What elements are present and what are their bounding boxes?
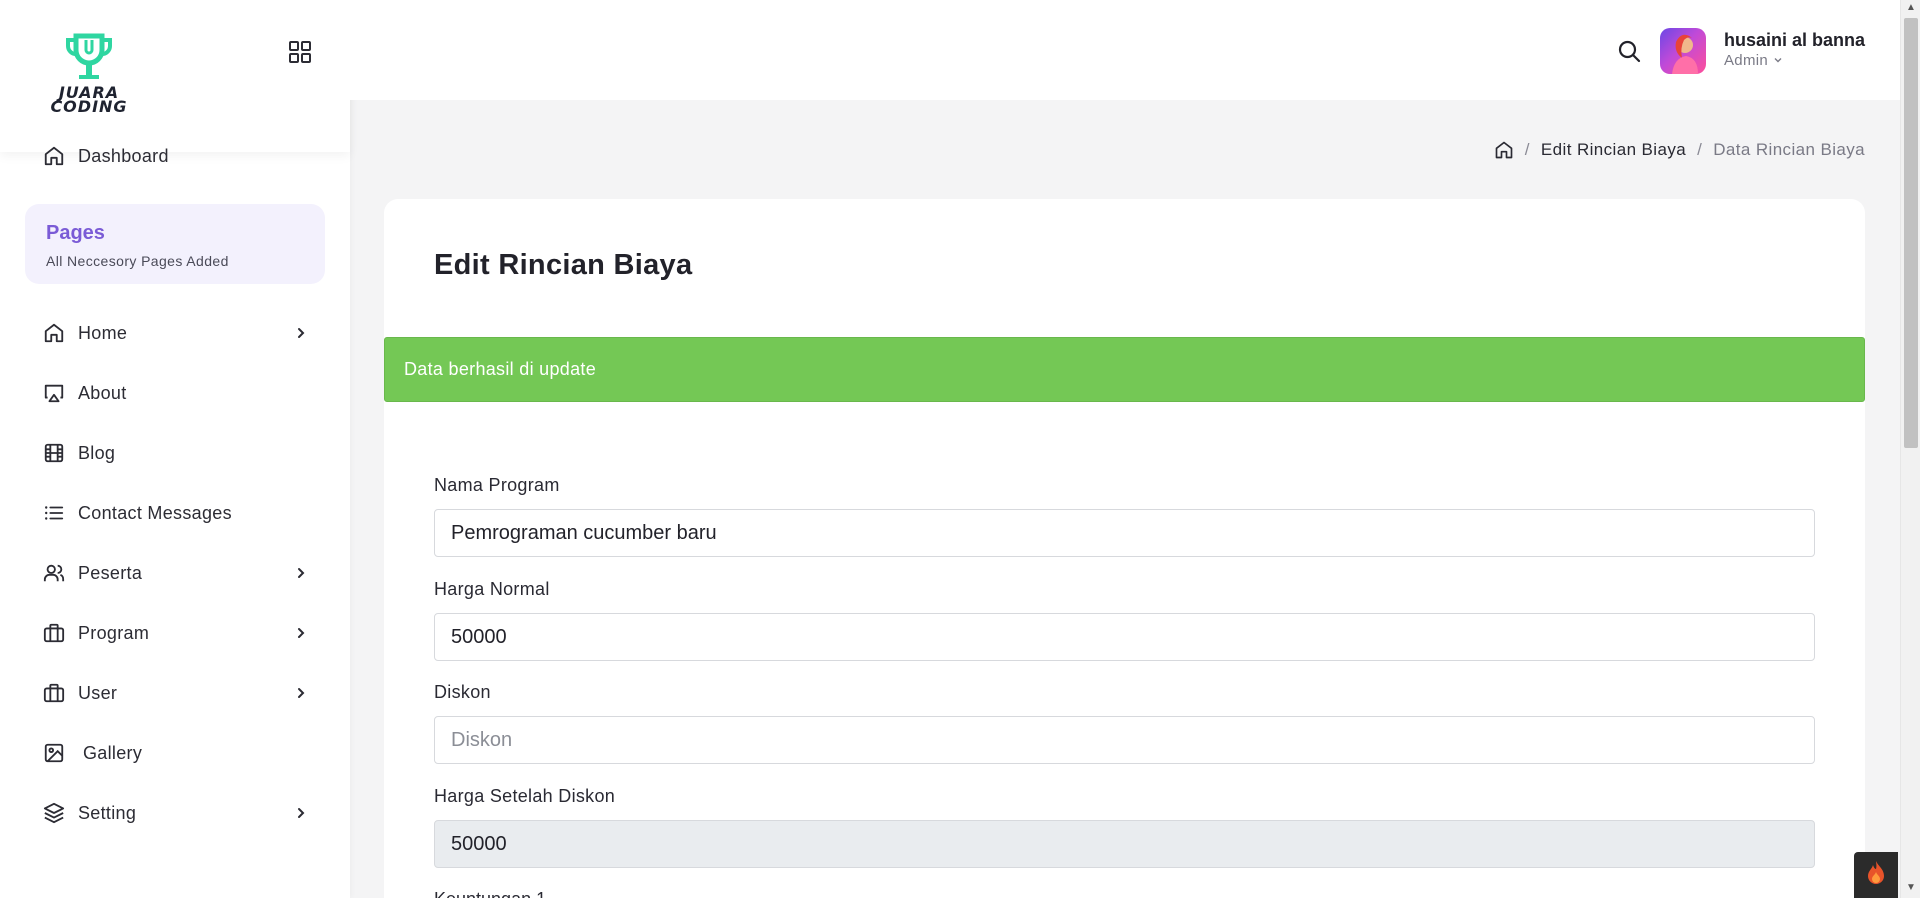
sidebar-item-setting[interactable]: Setting <box>0 788 350 838</box>
sidebar-item-gallery[interactable]: Gallery <box>0 728 350 778</box>
sidebar: JUARA CODING Dashboard Pages All Necceso… <box>0 0 350 898</box>
breadcrumb-current: Data Rincian Biaya <box>1713 140 1865 159</box>
user-name[interactable]: husaini al banna <box>1724 30 1865 51</box>
search-icon[interactable] <box>1617 39 1641 63</box>
airplay-icon <box>42 381 66 405</box>
briefcase-icon <box>42 621 66 645</box>
scroll-up-arrow-icon[interactable]: ▲ <box>1901 0 1920 16</box>
sidebar-item-label: Peserta <box>78 562 143 583</box>
sidebar-item-label: Setting <box>78 802 137 823</box>
sidebar-item-home[interactable]: Home <box>0 308 350 358</box>
harga-setelah-diskon-label: Harga Setelah Diskon <box>434 786 616 806</box>
sidebar-header: JUARA CODING <box>0 0 350 152</box>
harga-setelah-diskon-input <box>434 820 1815 868</box>
brand-logo[interactable]: JUARA CODING <box>42 30 136 122</box>
alert-message: Data berhasil di update <box>404 359 597 379</box>
sidebar-item-label: About <box>78 382 127 403</box>
chevron-down-icon <box>1773 52 1783 69</box>
sidebar-item-label: Home <box>78 322 128 343</box>
page-scrollbar[interactable]: ▲ ▼ <box>1900 0 1920 898</box>
breadcrumb-link-edit[interactable]: Edit Rincian Biaya <box>1541 140 1686 160</box>
home-icon[interactable] <box>1494 140 1514 160</box>
briefcase-icon <box>42 681 66 705</box>
list-icon <box>42 501 66 525</box>
harga-normal-label: Harga Normal <box>434 579 550 599</box>
nama-program-input[interactable] <box>434 509 1815 557</box>
home-icon <box>42 321 66 345</box>
chevron-right-icon <box>294 686 308 700</box>
image-icon <box>42 741 66 765</box>
sidebar-item-label: User <box>78 682 118 703</box>
users-icon <box>42 561 66 585</box>
chevron-right-icon <box>294 326 308 340</box>
debug-toolbar-button[interactable] <box>1854 852 1898 898</box>
sidebar-item-blog[interactable]: Blog <box>0 428 350 478</box>
trophy-logo-icon <box>66 33 112 79</box>
sidebar-item-about[interactable]: About <box>0 368 350 418</box>
pages-section: Pages All Neccesory Pages Added <box>25 204 325 284</box>
sidebar-item-label: Contact Messages <box>78 502 232 523</box>
scrollbar-thumb[interactable] <box>1904 18 1918 448</box>
avatar[interactable] <box>1660 28 1706 74</box>
breadcrumb-separator: / <box>1697 140 1703 159</box>
sidebar-item-dashboard[interactable]: Dashboard <box>0 131 350 181</box>
breadcrumb: / Edit Rincian Biaya / Data Rincian Biay… <box>1494 139 1865 161</box>
sidebar-item-peserta[interactable]: Peserta <box>0 548 350 598</box>
sidebar-item-program[interactable]: Program <box>0 608 350 658</box>
brand-logo-line2: CODING <box>50 97 128 116</box>
sidebar-item-contact-messages[interactable]: Contact Messages <box>0 488 350 538</box>
page-title: Edit Rincian Biaya <box>434 249 693 281</box>
sidebar-item-label: Gallery <box>83 742 143 763</box>
pages-section-title: Pages <box>46 222 105 244</box>
harga-normal-input[interactable] <box>434 613 1815 661</box>
scroll-down-arrow-icon[interactable]: ▼ <box>1901 880 1920 896</box>
chevron-right-icon <box>294 626 308 640</box>
pages-section-subtitle: All Neccesory Pages Added <box>46 253 229 269</box>
layers-icon <box>42 801 66 825</box>
user-role-label: Admin <box>1724 52 1769 69</box>
grid-menu-icon[interactable] <box>289 41 311 63</box>
film-icon <box>42 441 66 465</box>
sidebar-item-label: Dashboard <box>78 145 169 166</box>
diskon-label: Diskon <box>434 682 491 702</box>
flame-icon <box>1865 860 1887 891</box>
chevron-right-icon <box>294 566 308 580</box>
breadcrumb-separator: / <box>1524 140 1530 159</box>
sidebar-item-user[interactable]: User <box>0 668 350 718</box>
success-alert: Data berhasil di update <box>384 337 1865 402</box>
diskon-input[interactable] <box>434 716 1815 764</box>
sidebar-item-label: Blog <box>78 442 116 463</box>
keuntungan-label: Keuntungan 1 <box>434 889 546 898</box>
home-icon <box>42 144 66 168</box>
brand-logo-text: JUARA CODING <box>42 85 136 116</box>
nama-program-label: Nama Program <box>434 475 560 495</box>
sidebar-item-label: Program <box>78 622 150 643</box>
form-card: Edit Rincian Biaya Data berhasil di upda… <box>384 199 1865 898</box>
user-role-dropdown[interactable]: Admin <box>1724 52 1783 69</box>
chevron-right-icon <box>294 806 308 820</box>
